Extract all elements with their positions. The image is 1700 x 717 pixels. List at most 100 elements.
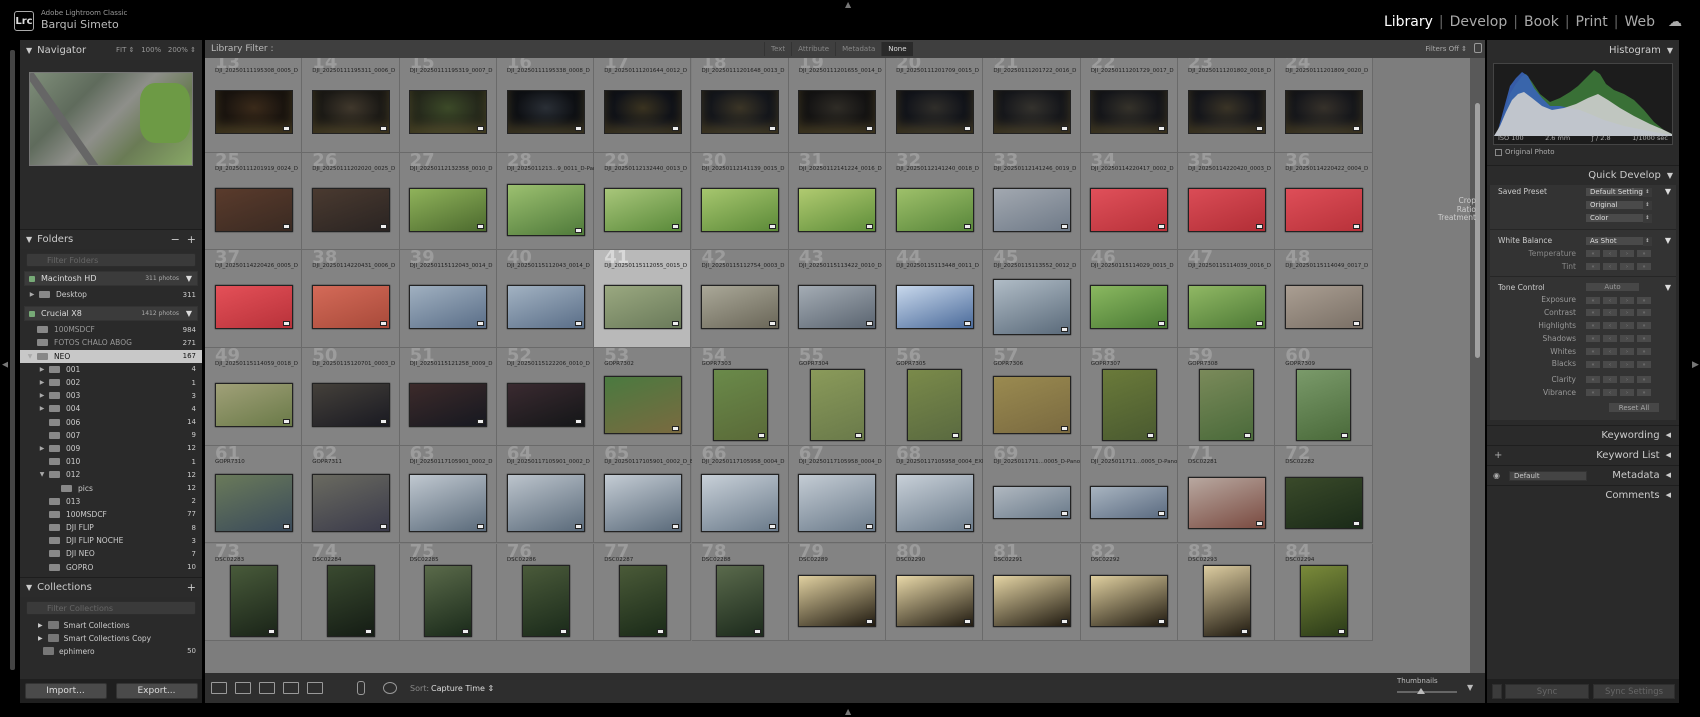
photo-thumbnail[interactable] [214, 90, 293, 134]
collection-item[interactable]: ephimero 50 [20, 645, 202, 658]
reset-all-button[interactable]: Reset All [1608, 401, 1660, 413]
photo-thumbnail[interactable] [409, 285, 488, 330]
grid-cell[interactable]: 36 DJI_20250114220422_0004_D [1275, 150, 1373, 251]
edit-badge-icon[interactable] [1061, 426, 1069, 432]
compare-view-icon[interactable] [259, 682, 275, 694]
metadata-preset-dropdown[interactable]: Default [1509, 470, 1587, 481]
photo-thumbnail[interactable] [895, 285, 974, 330]
expand-triangle-icon[interactable]: ▶ [28, 291, 36, 298]
survey-view-icon[interactable] [283, 682, 299, 694]
edit-badge-icon[interactable] [559, 628, 567, 634]
collapse-triangle-icon[interactable]: ▼ [26, 235, 32, 244]
photo-thumbnail[interactable] [311, 383, 390, 428]
edit-badge-icon[interactable] [1255, 520, 1263, 526]
edit-badge-icon[interactable] [963, 223, 971, 229]
edit-badge-icon[interactable] [574, 126, 582, 131]
folders-header[interactable]: ▼ Folders − + [20, 229, 202, 249]
grid-cell[interactable]: 23 DJI_20250111201802_0018_D [1178, 58, 1276, 153]
edit-badge-icon[interactable] [963, 321, 971, 327]
photo-thumbnail[interactable] [1296, 369, 1352, 442]
step-button[interactable]: › [1619, 261, 1635, 271]
grid-cell[interactable]: 81 DSC02291 [983, 541, 1081, 642]
folder-007[interactable]: 007 9 [20, 429, 202, 442]
edit-badge-icon[interactable] [1352, 520, 1360, 526]
photo-thumbnail[interactable] [409, 187, 488, 232]
saved-preset-dropdown[interactable]: Default Settings ⇕ [1585, 187, 1653, 197]
left-panel-scrollbar[interactable] [8, 40, 16, 672]
edit-badge-icon[interactable] [477, 419, 485, 425]
grid-cell[interactable]: 75 DSC02285 [399, 541, 497, 642]
expand-triangle-icon[interactable]: ▼ [1665, 236, 1671, 245]
photo-thumbnail[interactable] [1299, 564, 1348, 637]
grid-cell[interactable]: 48 DJI_20250115114049_0017_D [1275, 247, 1373, 349]
grid-cell[interactable]: 67 DJI_20250117105958_0004_D [788, 443, 887, 544]
step-button[interactable]: « [1585, 333, 1601, 343]
sync-settings-button[interactable]: Sync Settings [1593, 684, 1675, 699]
photo-thumbnail[interactable] [712, 369, 768, 442]
photo-thumbnail[interactable] [603, 187, 682, 232]
painter-icon[interactable] [357, 681, 365, 695]
folder-012[interactable]: ▼ 012 12 [20, 468, 202, 481]
folder-minus-plus-icons[interactable]: − + [171, 233, 196, 246]
photo-thumbnail[interactable] [798, 574, 877, 627]
folder-100msdcf[interactable]: 100MSDCF 77 [20, 508, 202, 521]
step-button[interactable]: ‹ [1602, 308, 1618, 318]
edit-badge-icon[interactable] [754, 628, 762, 634]
photo-thumbnail[interactable] [798, 473, 877, 532]
edit-badge-icon[interactable] [282, 419, 290, 425]
folder-desktop[interactable]: ▶ Desktop 311 [20, 288, 202, 301]
edit-badge-icon[interactable] [1061, 618, 1069, 624]
edit-badge-icon[interactable] [1255, 223, 1263, 229]
step-button[interactable]: « [1585, 346, 1601, 356]
zoom-options[interactable]: FIT ⇕ 100% 200% ⇕ [116, 46, 196, 54]
grid-cell[interactable]: 78 DSC02288 [691, 541, 789, 642]
edit-badge-icon[interactable] [757, 433, 765, 439]
photo-thumbnail[interactable] [603, 285, 682, 330]
edit-badge-icon[interactable] [963, 523, 971, 529]
grid-cell[interactable]: 83 DSC02293 [1178, 541, 1276, 642]
zoom-100[interactable]: 100% [141, 46, 161, 54]
expand-triangle-icon[interactable]: ▶ [38, 445, 46, 452]
expand-triangle-icon[interactable]: ▶ [38, 622, 43, 629]
zoom-200[interactable]: 200% ⇕ [168, 46, 196, 54]
expand-triangle-icon[interactable]: ▶ [38, 405, 46, 412]
checkbox[interactable] [1495, 148, 1502, 156]
expand-triangle-icon[interactable]: ◀ [1666, 431, 1671, 439]
edit-badge-icon[interactable] [769, 126, 777, 131]
photo-thumbnail[interactable] [809, 369, 865, 442]
collection-item[interactable]: ▶ Smart Collections Copy [20, 632, 202, 645]
collection-item[interactable]: ▶ Smart Collections [20, 619, 202, 632]
edit-badge-icon[interactable] [477, 223, 485, 229]
navigator-preview[interactable] [29, 72, 193, 166]
edit-badge-icon[interactable] [1061, 223, 1069, 229]
histogram-header[interactable]: Histogram ▼ [1487, 40, 1679, 60]
photo-thumbnail[interactable] [603, 376, 682, 435]
photo-thumbnail[interactable] [701, 90, 780, 134]
folder-gopro[interactable]: GOPRO 10 [20, 561, 202, 574]
photo-thumbnail[interactable] [603, 473, 682, 532]
step-button[interactable]: ‹ [1602, 359, 1618, 369]
step-button[interactable]: « [1585, 295, 1601, 305]
edit-badge-icon[interactable] [769, 321, 777, 327]
grid-cell[interactable]: 20 DJI_20250111201709_0015_D [886, 58, 984, 153]
step-button[interactable]: » [1636, 321, 1652, 331]
photo-thumbnail[interactable] [895, 90, 974, 134]
filter-mode-none[interactable]: None [881, 42, 913, 56]
grid-cell[interactable]: 40 DJI_20250115112043_0014_D [496, 247, 595, 349]
collapse-triangle-icon[interactable]: ▼ [26, 583, 32, 592]
step-button[interactable]: ‹ [1602, 388, 1618, 398]
edit-badge-icon[interactable] [1337, 628, 1345, 634]
add-keyword-icon[interactable]: + [1494, 450, 1502, 461]
grid-cell[interactable]: 51 DJI_20250115121258_0009_D [399, 345, 497, 446]
edit-badge-icon[interactable] [854, 433, 862, 439]
edit-badge-icon[interactable] [1158, 511, 1166, 517]
folder-neo[interactable]: ▼ NEO 167 [20, 349, 202, 363]
grid-cell[interactable]: 44 DJI_20250115113448_0011_D [886, 247, 984, 349]
slider-track[interactable] [1397, 691, 1457, 693]
expand-triangle-icon[interactable]: ▶ [38, 392, 46, 399]
photo-thumbnail[interactable] [701, 473, 780, 532]
edit-badge-icon[interactable] [477, 321, 485, 327]
folder-006[interactable]: 006 14 [20, 416, 202, 429]
grid-cell[interactable]: 58 GOPR7307 [1080, 345, 1178, 446]
grid-cell[interactable]: 57 GOPR7306 [983, 345, 1081, 446]
